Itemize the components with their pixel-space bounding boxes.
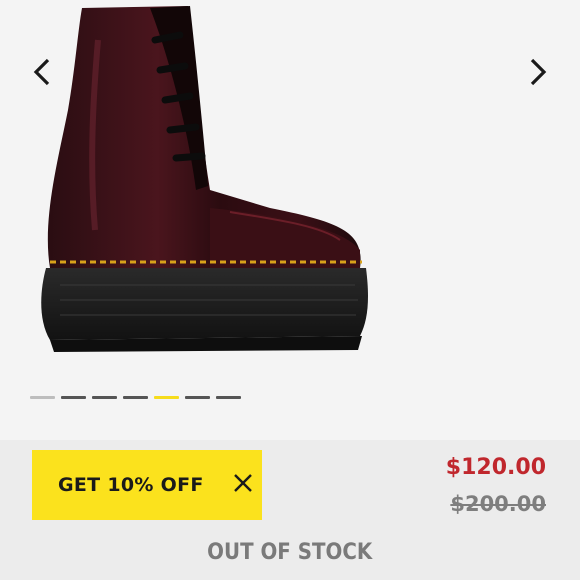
gallery-dot[interactable] <box>92 396 117 399</box>
promo-label: GET 10% OFF <box>58 474 204 496</box>
gallery-dot[interactable] <box>185 396 210 399</box>
close-icon <box>233 473 252 492</box>
gallery-dot[interactable] <box>123 396 148 399</box>
gallery-dot-active[interactable] <box>154 396 179 399</box>
sale-price: $120.00 <box>445 455 546 480</box>
chevron-right-icon <box>530 58 547 86</box>
close-promo-button[interactable] <box>232 472 254 499</box>
boot-image <box>41 6 369 352</box>
original-price: $200.00 <box>450 492 546 516</box>
out-of-stock-label: OUT OF STOCK <box>207 540 373 565</box>
gallery-dot[interactable] <box>30 396 55 399</box>
discount-promo-banner[interactable]: GET 10% OFF <box>32 450 262 520</box>
out-of-stock-button[interactable]: OUT OF STOCK <box>0 540 580 565</box>
gallery-indicator <box>30 396 241 399</box>
next-image-button[interactable] <box>516 50 560 94</box>
product-gallery <box>0 0 580 440</box>
gallery-dot[interactable] <box>216 396 241 399</box>
gallery-dot[interactable] <box>61 396 86 399</box>
